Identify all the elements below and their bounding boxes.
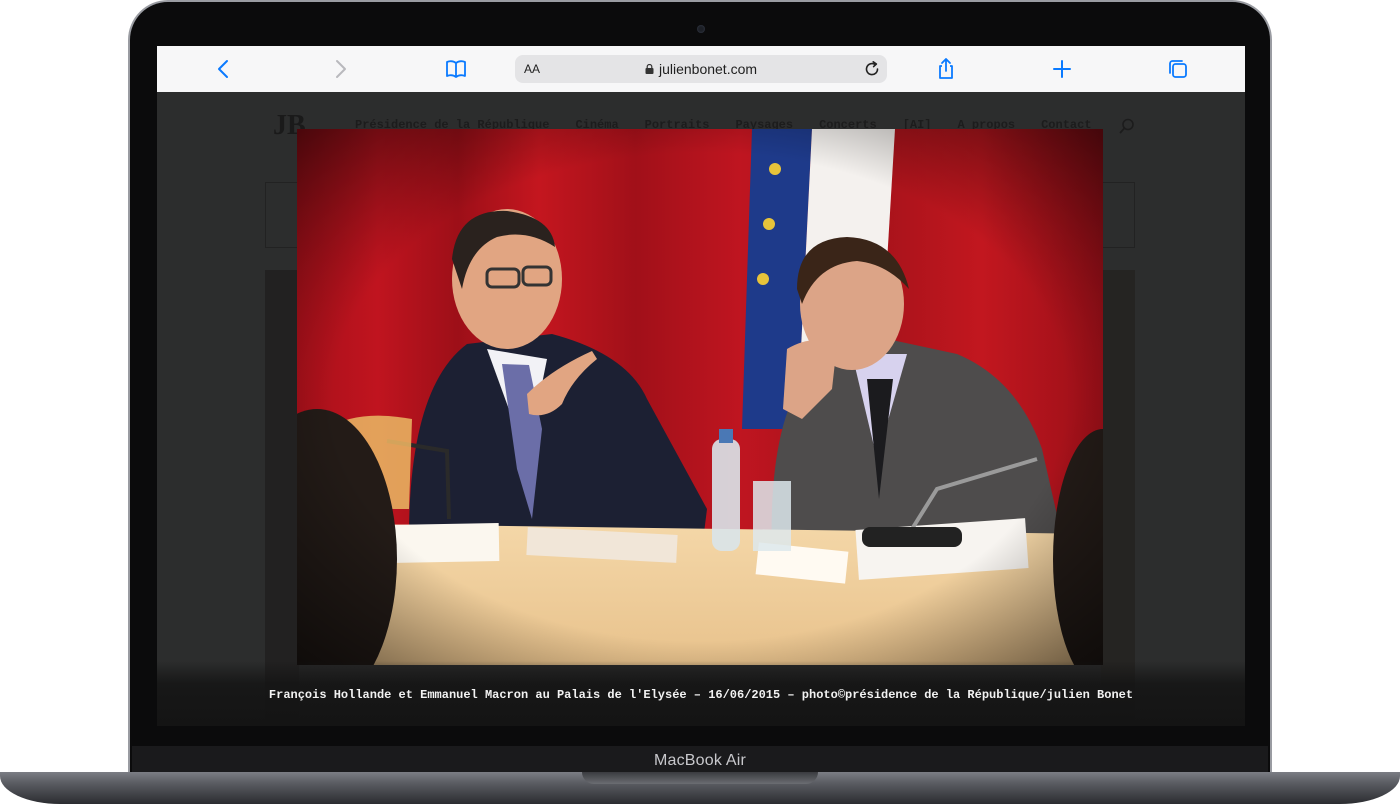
plus-icon[interactable]: [1050, 57, 1074, 81]
book-icon[interactable]: [444, 57, 468, 81]
photo-caption: François Hollande et Emmanuel Macron au …: [268, 688, 1134, 702]
camera-icon: [697, 25, 705, 33]
lock-icon: [645, 64, 654, 74]
device-label: MacBook Air: [653, 752, 746, 769]
tabs-icon[interactable]: [1166, 57, 1190, 81]
chevron-left-icon[interactable]: [212, 57, 236, 81]
address-bar[interactable]: AA julienbonet.com: [515, 55, 887, 83]
browser-toolbar: AA julienbonet.com: [157, 46, 1245, 93]
screen: AA julienbonet.com JB Présidence de la R…: [157, 46, 1245, 726]
url-text: julienbonet.com: [658, 61, 758, 77]
lightbox-photo[interactable]: [297, 129, 1103, 665]
share-icon[interactable]: [934, 57, 958, 81]
chevron-right-icon[interactable]: [328, 57, 352, 81]
reload-icon[interactable]: [863, 60, 881, 78]
laptop-notch: [582, 772, 818, 784]
